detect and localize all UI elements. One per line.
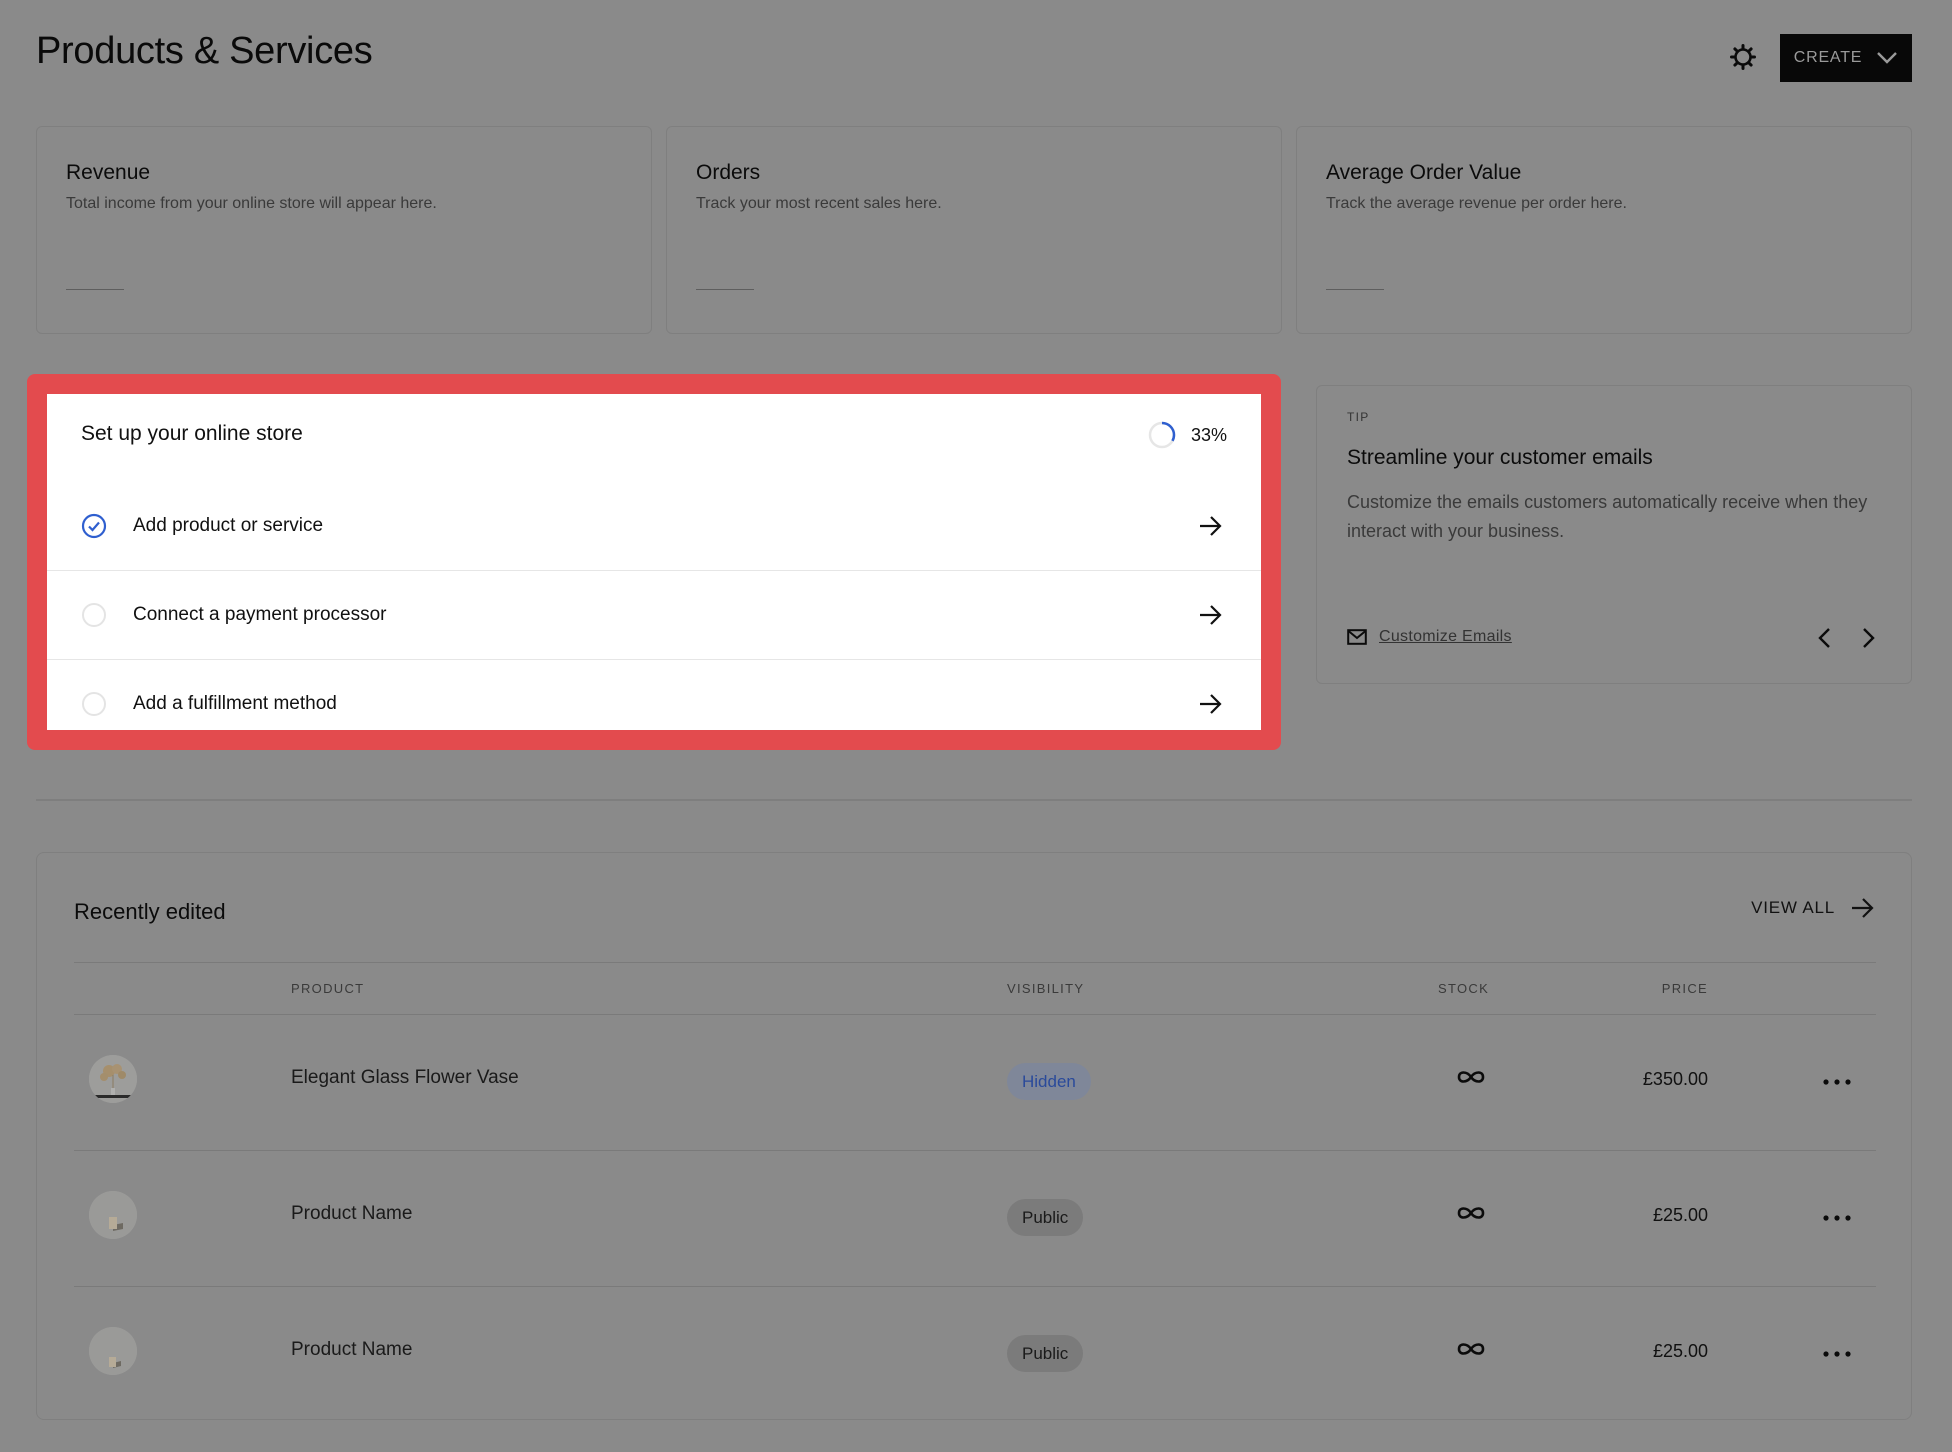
column-header-stock[interactable]: STOCK — [1438, 981, 1489, 996]
box-image-icon — [89, 1327, 137, 1375]
customize-emails-link[interactable]: Customize Emails — [1347, 628, 1512, 646]
customize-emails-label: Customize Emails — [1379, 628, 1512, 645]
setup-item-label: Connect a payment processor — [133, 604, 387, 625]
revenue-description: Total income from your online store will… — [66, 195, 437, 212]
orders-placeholder-line — [696, 289, 754, 290]
arrow-right-icon — [1852, 898, 1874, 918]
gear-icon — [1730, 44, 1756, 70]
page-title: Products & Services — [36, 30, 373, 72]
product-name[interactable]: Product Name — [291, 1339, 412, 1361]
arrow-right-icon — [1200, 694, 1222, 714]
visibility-badge: Public — [1007, 1199, 1084, 1236]
settings-button[interactable] — [1729, 43, 1757, 71]
revenue-card: Revenue Total income from your online st… — [36, 126, 652, 334]
tip-label: TIP — [1347, 410, 1370, 424]
arrow-right-icon — [1200, 515, 1222, 536]
product-name[interactable]: Elegant Glass Flower Vase — [291, 1067, 519, 1089]
column-header-visibility[interactable]: VISIBILITY — [1007, 981, 1084, 996]
aov-title: Average Order Value — [1326, 161, 1522, 184]
product-thumbnail — [89, 1055, 137, 1103]
orders-card: Orders Track your most recent sales here… — [666, 126, 1282, 334]
aov-placeholder-line — [1326, 289, 1384, 290]
setup-title: Set up your online store — [81, 422, 303, 445]
more-options-icon[interactable] — [1822, 1207, 1852, 1229]
setup-item-payment-processor[interactable]: Connect a payment processor — [47, 570, 1261, 659]
tip-card: TIP Streamline your customer emails Cust… — [1316, 385, 1912, 684]
setup-progress: 33% — [1147, 420, 1227, 450]
tip-title: Streamline your customer emails — [1347, 446, 1653, 469]
product-thumbnail — [89, 1327, 137, 1375]
view-all-label: VIEW ALL — [1751, 898, 1835, 917]
more-options-icon[interactable] — [1822, 1071, 1852, 1093]
column-header-product[interactable]: PRODUCT — [291, 981, 364, 996]
table-header: PRODUCT VISIBILITY STOCK PRICE — [74, 962, 1876, 1015]
chevron-right-icon — [1863, 628, 1875, 648]
check-circle-icon — [81, 513, 107, 538]
chevron-left-icon — [1818, 628, 1830, 648]
arrow-right-icon — [1200, 605, 1222, 625]
visibility-badge: Public — [1007, 1335, 1084, 1372]
progress-percent: 33% — [1190, 424, 1227, 445]
table-row[interactable]: Product Name Public £25.00 — [74, 1151, 1876, 1287]
infinity-icon — [1457, 1207, 1485, 1219]
create-button-label: CREATE — [1793, 49, 1863, 66]
mail-icon — [1347, 629, 1367, 645]
setup-item-label: Add product or service — [133, 514, 324, 536]
orders-description: Track your most recent sales here. — [696, 195, 942, 212]
product-thumbnail — [89, 1191, 137, 1239]
product-price: £25.00 — [1652, 1205, 1708, 1225]
section-divider — [36, 799, 1912, 801]
setup-item-add-product[interactable]: Add product or service — [47, 481, 1261, 570]
table-row[interactable]: Elegant Glass Flower Vase Hidden £350.00 — [74, 1015, 1876, 1151]
recently-edited-title: Recently edited — [74, 899, 226, 924]
vase-image-icon — [89, 1055, 137, 1103]
create-button[interactable]: CREATE — [1780, 34, 1912, 82]
more-options-icon[interactable] — [1822, 1343, 1852, 1365]
view-all-button[interactable]: VIEW ALL — [1751, 897, 1875, 919]
empty-circle-icon — [82, 692, 106, 716]
revenue-placeholder-line — [66, 289, 124, 290]
setup-item-fulfillment-method[interactable]: Add a fulfillment method — [47, 659, 1261, 730]
empty-circle-icon — [82, 603, 106, 627]
recent-products-table: PRODUCT VISIBILITY STOCK PRICE Elegant G… — [74, 962, 1876, 1423]
revenue-title: Revenue — [66, 161, 151, 184]
orders-title: Orders — [696, 161, 761, 184]
product-price: £350.00 — [1642, 1069, 1708, 1089]
setup-item-label: Add a fulfillment method — [133, 693, 337, 714]
chevron-down-icon — [1877, 52, 1898, 64]
aov-description: Track the average revenue per order here… — [1326, 195, 1627, 212]
box-image-icon — [89, 1191, 137, 1239]
product-name[interactable]: Product Name — [291, 1203, 412, 1225]
average-order-value-card: Average Order Value Track the average re… — [1296, 126, 1912, 334]
setup-store-panel: Set up your online store 33% Add product… — [47, 394, 1261, 730]
infinity-icon — [1457, 1343, 1485, 1355]
tip-previous-button[interactable] — [1814, 626, 1836, 650]
infinity-icon — [1457, 1071, 1485, 1083]
visibility-badge: Hidden — [1007, 1063, 1091, 1100]
tip-next-button[interactable] — [1857, 626, 1879, 650]
progress-ring-icon — [1148, 421, 1176, 449]
table-row[interactable]: Product Name Public £25.00 — [74, 1287, 1876, 1423]
tip-body: Customize the emails customers automatic… — [1347, 492, 1868, 541]
recently-edited-card: Recently edited VIEW ALL PRODUCT VISIBIL… — [36, 852, 1912, 1420]
column-header-price[interactable]: PRICE — [1662, 981, 1708, 996]
product-price: £25.00 — [1652, 1341, 1708, 1361]
